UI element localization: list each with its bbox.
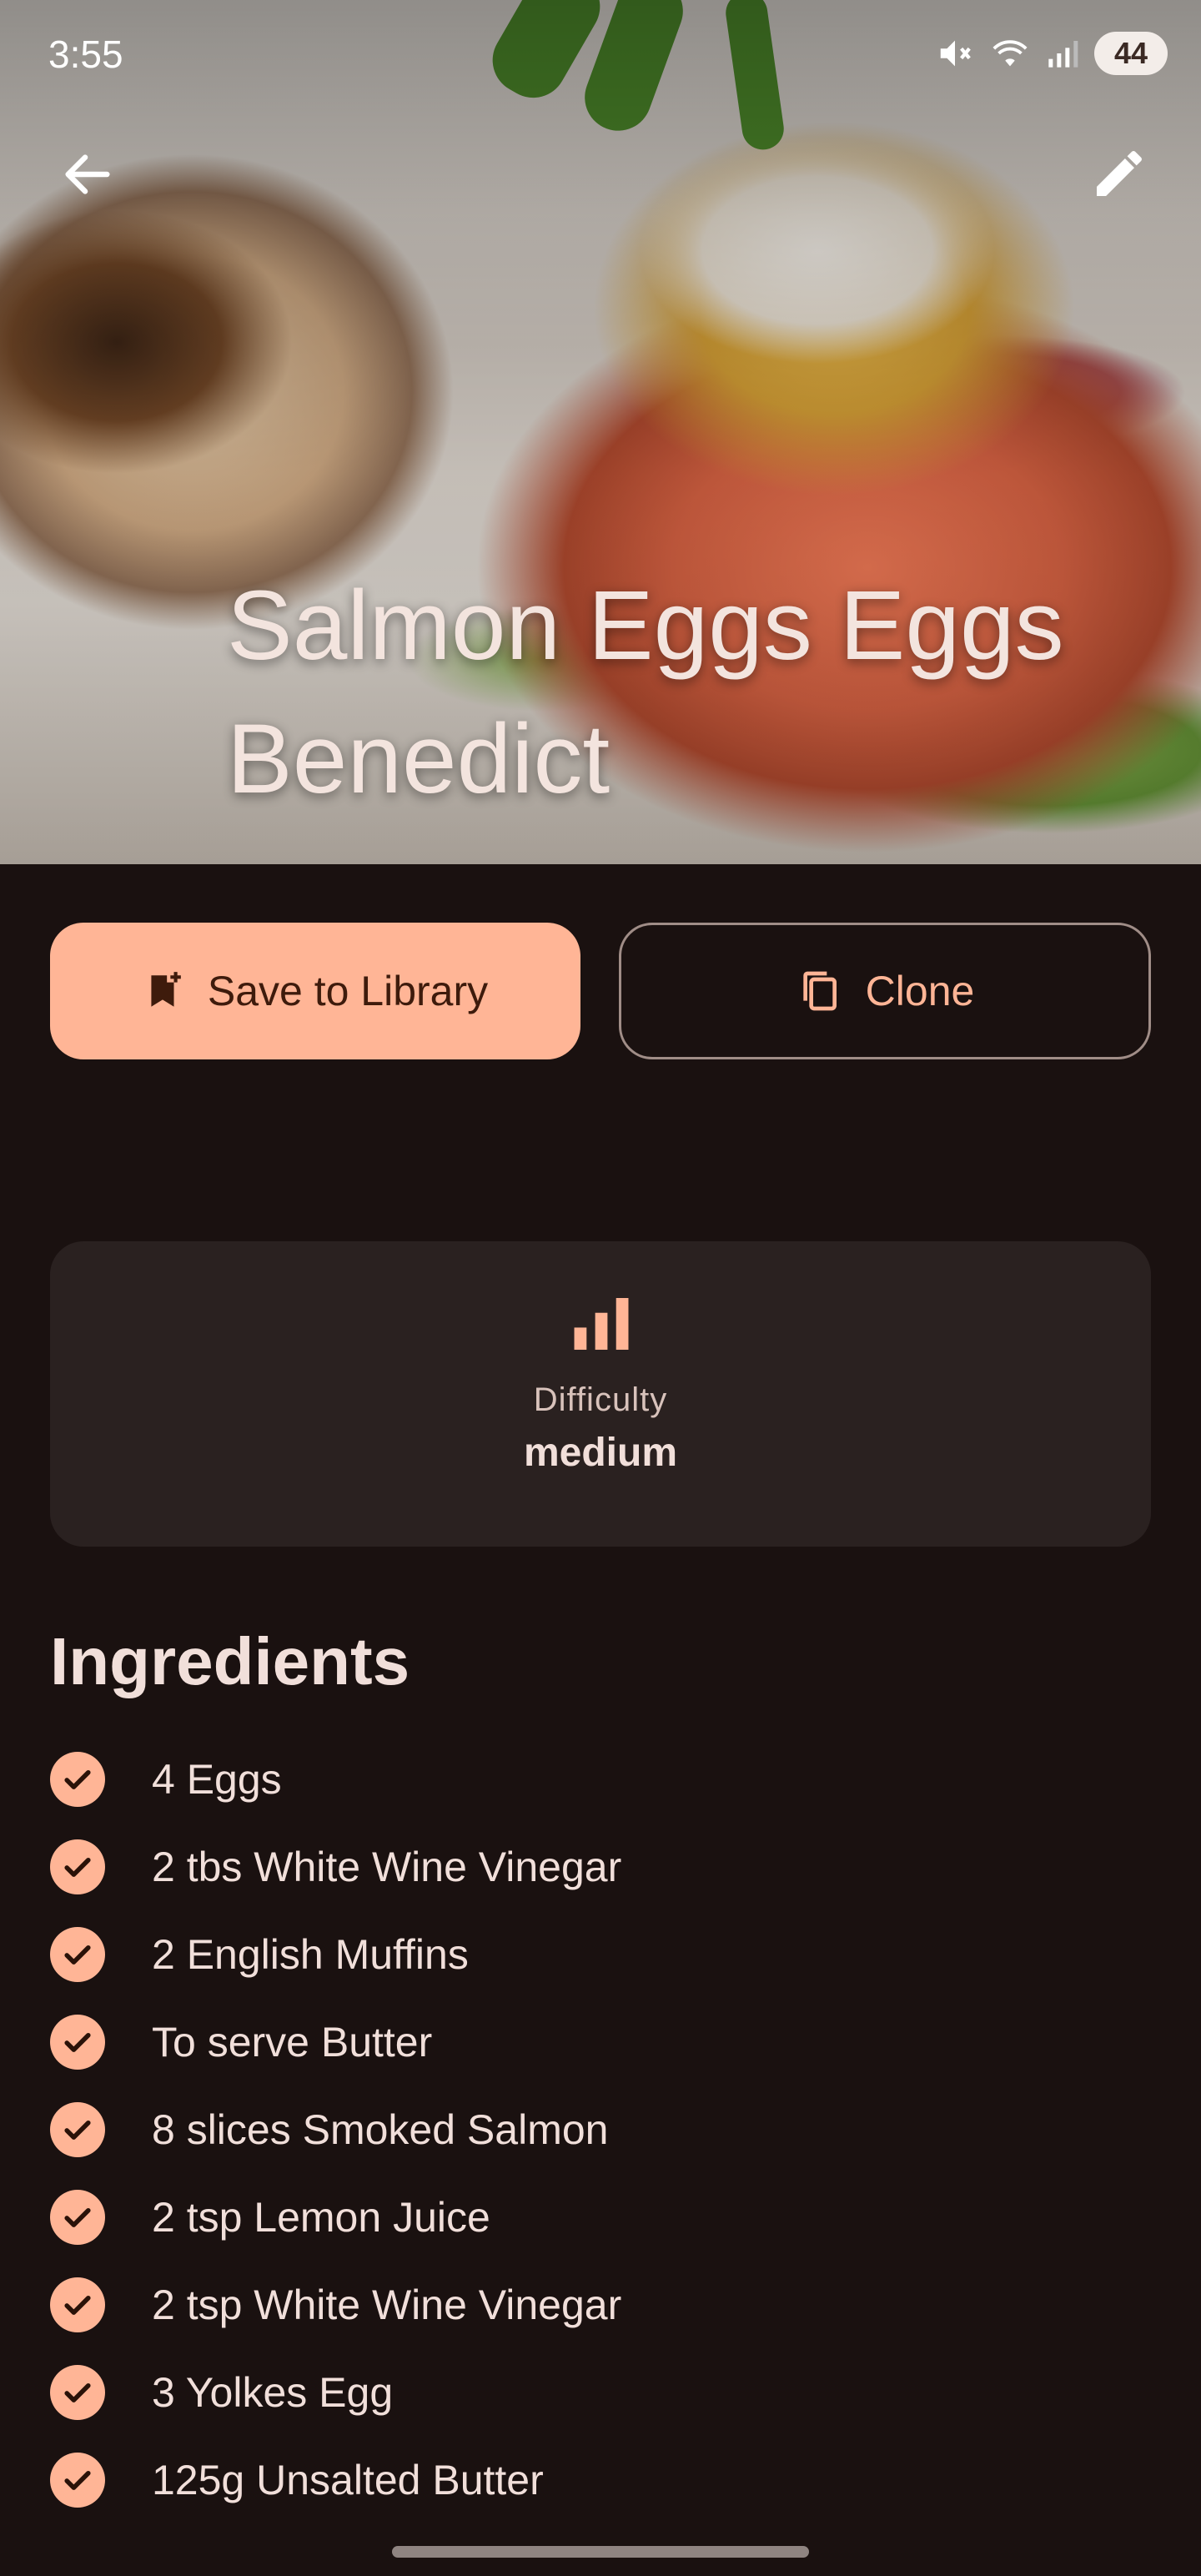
- difficulty-label: Difficulty: [533, 1381, 668, 1418]
- check-circle-icon: [50, 2277, 105, 2332]
- save-to-library-button[interactable]: Save to Library: [50, 923, 580, 1059]
- ingredient-text: 125g Unsalted Butter: [152, 2456, 544, 2503]
- mute-icon: [940, 40, 971, 67]
- ingredient-item: 2 tsp White Wine Vinegar: [50, 2261, 1151, 2348]
- wifi-icon: [992, 40, 1028, 67]
- clone-button[interactable]: Clone: [619, 923, 1151, 1059]
- ingredients-list: 4 Eggs 2 tbs White Wine Vinegar 2 Englis…: [50, 1735, 1151, 2523]
- ingredient-item: 2 tsp Lemon Juice: [50, 2173, 1151, 2261]
- ingredient-item: To serve Butter: [50, 1998, 1151, 2085]
- recipe-hero-image: 3:55 44 Salmon Eggs Eggs Benedict: [0, 0, 1201, 864]
- check-circle-icon: [50, 1751, 105, 1807]
- ingredients-heading: Ingredients: [50, 1624, 410, 1698]
- ingredient-item: 8 slices Smoked Salmon: [50, 2085, 1151, 2173]
- difficulty-value: medium: [523, 1431, 678, 1475]
- arrow-left-icon: [65, 154, 110, 194]
- ingredient-item: 4 Eggs: [50, 1735, 1151, 1823]
- signal-icon: [1048, 41, 1078, 68]
- check-circle-icon: [50, 2014, 105, 2070]
- ingredient-item: 125g Unsalted Butter: [50, 2436, 1151, 2523]
- status-icons: 44: [936, 28, 1168, 78]
- ingredient-text: 2 tbs White Wine Vinegar: [152, 1843, 622, 1890]
- ingredient-text: 2 tsp White Wine Vinegar: [152, 2281, 622, 2328]
- ingredient-text: 3 Yolkes Egg: [152, 2368, 394, 2416]
- check-circle-icon: [50, 2189, 105, 2245]
- back-button[interactable]: [52, 138, 123, 210]
- status-bar: 3:55 44: [0, 0, 1201, 108]
- edit-button[interactable]: [1079, 133, 1159, 214]
- ingredient-text: 8 slices Smoked Salmon: [152, 2106, 609, 2153]
- status-time: 3:55: [48, 33, 123, 76]
- check-circle-icon: [50, 2101, 105, 2157]
- ingredient-text: 2 English Muffins: [152, 1930, 469, 1978]
- bar-chart-icon: [574, 1298, 629, 1350]
- pencil-icon: [1097, 151, 1142, 196]
- ingredient-item: 2 English Muffins: [50, 1910, 1151, 1998]
- ingredient-text: To serve Butter: [152, 2018, 433, 2065]
- battery-indicator: 44: [1094, 32, 1168, 75]
- ingredient-text: 4 Eggs: [152, 1755, 282, 1803]
- recipe-title: Salmon Eggs Eggs Benedict: [227, 571, 1064, 814]
- clone-button-label: Clone: [865, 968, 975, 1014]
- ingredient-item: 3 Yolkes Egg: [50, 2348, 1151, 2436]
- check-circle-icon: [50, 1839, 105, 1894]
- difficulty-card: Difficulty medium: [50, 1241, 1151, 1547]
- ingredient-item: 2 tbs White Wine Vinegar: [50, 1823, 1151, 1910]
- bookmark-add-icon: [151, 972, 181, 1007]
- check-circle-icon: [50, 1926, 105, 1982]
- copy-icon: [803, 971, 837, 1011]
- gesture-home-bar[interactable]: [392, 2546, 809, 2558]
- save-button-label: Save to Library: [207, 968, 489, 1014]
- check-circle-icon: [50, 2452, 105, 2508]
- ingredient-text: 2 tsp Lemon Juice: [152, 2193, 490, 2241]
- check-circle-icon: [50, 2364, 105, 2420]
